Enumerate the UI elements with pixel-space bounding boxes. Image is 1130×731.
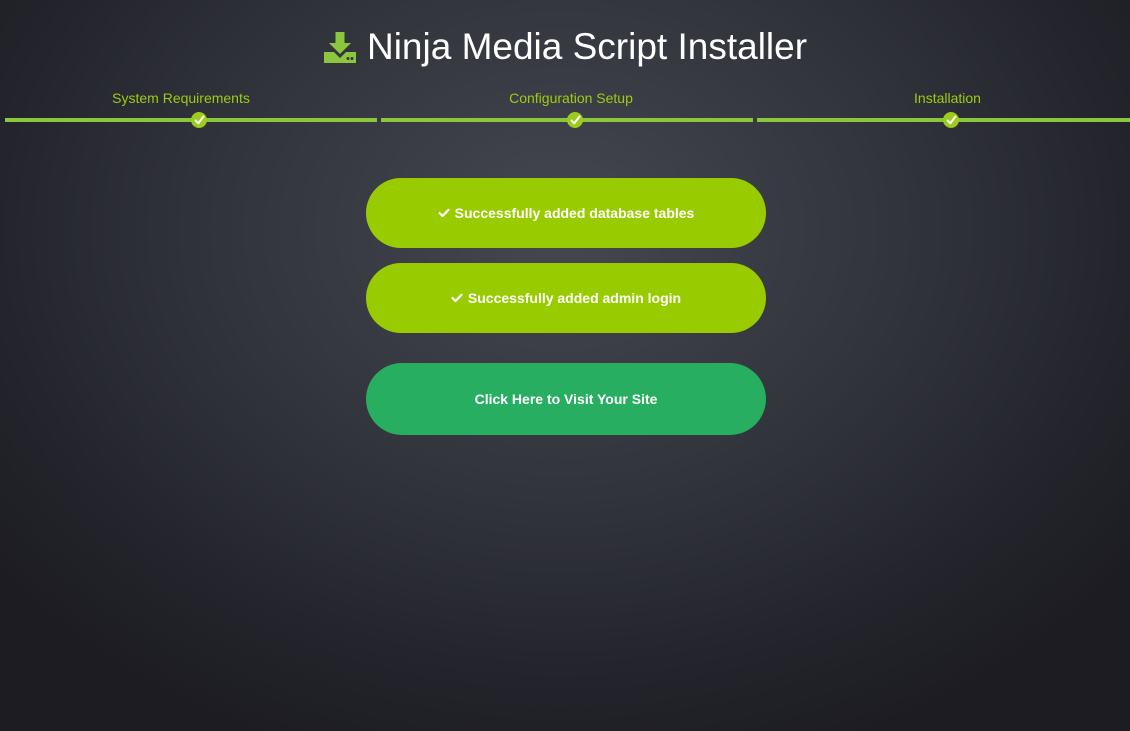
progress-steps: System Requirements Configuration Setup … — [5, 88, 1130, 132]
page-title: Ninja Media Script Installer — [366, 26, 808, 67]
check-icon — [570, 115, 580, 125]
visit-site-button-label: Click Here to Visit Your Site — [474, 391, 658, 407]
success-message-admin-login: Successfully added admin login — [366, 263, 766, 333]
visit-site-button[interactable]: Click Here to Visit Your Site — [366, 363, 766, 435]
step-label: Configuration Setup — [509, 90, 633, 106]
step-system-requirements: System Requirements — [5, 88, 377, 132]
step-complete-indicator — [191, 112, 207, 128]
step-label: Installation — [914, 90, 981, 106]
step-configuration-setup: Configuration Setup — [381, 88, 753, 132]
check-icon — [194, 115, 204, 125]
step-complete-indicator — [943, 112, 959, 128]
step-label: System Requirements — [112, 90, 250, 106]
check-icon — [946, 115, 956, 125]
success-message-text: Successfully added admin login — [467, 290, 682, 306]
check-icon — [438, 208, 450, 218]
installer-header: Ninja Media Script Installer — [0, 26, 1130, 70]
step-complete-indicator — [567, 112, 583, 128]
step-installation: Installation — [757, 88, 1130, 132]
check-icon — [451, 293, 463, 303]
success-message-text: Successfully added database tables — [454, 205, 695, 221]
download-icon — [323, 32, 356, 63]
header-inner: Ninja Media Script Installer — [323, 26, 807, 68]
success-message-database-tables: Successfully added database tables — [366, 178, 766, 248]
